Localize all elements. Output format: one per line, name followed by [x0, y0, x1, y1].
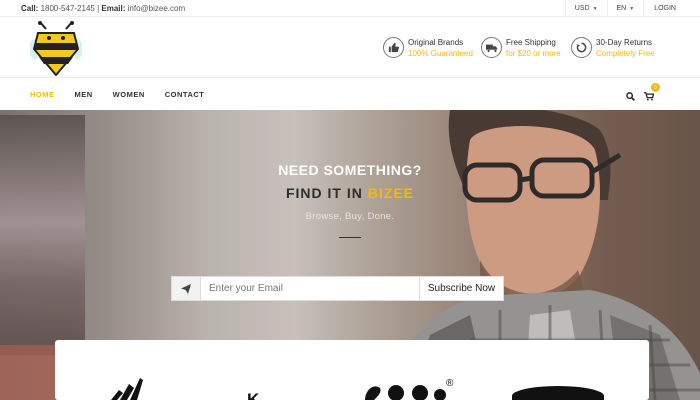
cart-button[interactable]: 0 — [644, 83, 660, 106]
hero-brand-name: BIZEE — [367, 185, 414, 201]
feature-subtitle: 100% Guaranteed — [408, 49, 473, 58]
brands-panel: K ® — [55, 340, 649, 400]
feature-title: Original Brands — [408, 38, 464, 47]
feature-original-brands: Original Brands 100% Guaranteed — [383, 37, 473, 59]
cart-count-badge: 0 — [651, 83, 660, 92]
feature-free-shipping: Free Shipping for $20 or more — [481, 37, 561, 59]
login-link[interactable]: LOGIN — [643, 0, 700, 17]
chevron-down-icon: ▼ — [629, 5, 635, 12]
hero-banner: NEED SOMETHING? FIND IT IN BIZEE Browse,… — [0, 110, 700, 400]
return-icon — [571, 37, 592, 58]
nav-tools: 0 — [626, 83, 660, 106]
call-label: Call: — [21, 4, 39, 13]
adidas-logo[interactable] — [107, 376, 143, 400]
nav-item-contact[interactable]: CONTACT — [165, 90, 205, 99]
site-header: Original Brands 100% Guaranteed Free Shi… — [0, 17, 700, 77]
feature-returns: 30-Day Returns Completely Free — [571, 37, 655, 59]
contact-info: Call: 1800-547-2145 | Email: info@bizee.… — [21, 4, 185, 13]
email-input[interactable] — [201, 277, 419, 300]
hero-subheadline: FIND IT IN BIZEE — [200, 185, 500, 201]
chevron-down-icon: ▼ — [592, 5, 598, 12]
thumbs-up-icon — [383, 37, 404, 58]
search-icon[interactable] — [626, 88, 635, 106]
feature-title: Free Shipping — [506, 38, 556, 47]
contact-separator: | — [97, 4, 100, 13]
main-nav: HOME MEN WOMEN CONTACT 0 — [0, 77, 700, 110]
language-value: EN — [616, 5, 627, 12]
nav-item-women[interactable]: WOMEN — [113, 90, 145, 99]
subscribe-form: Subscribe Now — [171, 276, 504, 301]
nav-item-home[interactable]: HOME — [30, 90, 55, 99]
subscribe-button[interactable]: Subscribe Now — [419, 277, 503, 300]
hero-subheadline-prefix: FIND IT IN — [285, 185, 363, 201]
hero-divider — [339, 237, 361, 238]
nav-item-men[interactable]: MEN — [75, 90, 93, 99]
email-address[interactable]: info@bizee.com — [128, 4, 185, 13]
currency-value: USD — [574, 5, 590, 12]
email-label: Email: — [101, 4, 126, 13]
truck-icon — [481, 37, 502, 58]
nav-links: HOME MEN WOMEN CONTACT — [30, 78, 224, 111]
kappa-logo[interactable]: K — [247, 390, 259, 400]
lee-logo[interactable] — [360, 378, 450, 400]
feature-subtitle: for $20 or more — [506, 49, 561, 58]
hero-headline: NEED SOMETHING? — [278, 162, 422, 178]
bizee-logo[interactable] — [29, 21, 83, 77]
feature-subtitle: Completely Free — [596, 49, 655, 58]
registered-mark: ® — [446, 378, 454, 389]
paper-plane-icon — [172, 277, 201, 300]
hero-text: NEED SOMETHING? FIND IT IN BIZEE Browse,… — [200, 162, 500, 238]
language-dropdown[interactable]: EN ▼ — [606, 0, 644, 17]
phone-number: 1800-547-2145 — [40, 4, 95, 13]
top-bar: Call: 1800-547-2145 | Email: info@bizee.… — [0, 0, 700, 17]
topbar-right: USD ▼ EN ▼ LOGIN — [564, 0, 700, 17]
feature-title: 30-Day Returns — [596, 38, 653, 47]
login-label: LOGIN — [654, 5, 676, 12]
hero-tagline: Browse, Buy, Done. — [305, 211, 395, 222]
currency-dropdown[interactable]: USD ▼ — [564, 0, 607, 17]
levis-logo[interactable] — [512, 386, 604, 400]
